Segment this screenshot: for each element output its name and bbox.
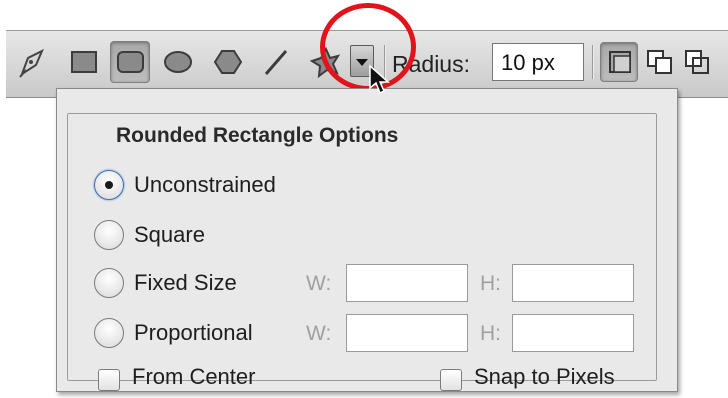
ellipse-icon — [164, 51, 192, 73]
radio-label: Square — [134, 222, 205, 247]
snap-to-pixels-checkbox[interactable] — [440, 369, 462, 391]
new-layer-mode-button[interactable] — [600, 42, 638, 82]
radio-button[interactable] — [94, 220, 124, 250]
fixed-width-label: W: — [306, 272, 332, 295]
radio-square[interactable]: Square — [94, 220, 394, 254]
mouse-cursor-icon — [369, 64, 390, 95]
from-center-label: From Center — [132, 364, 256, 389]
ellipse-tool-button[interactable] — [158, 41, 198, 83]
rectangle-tool-button[interactable] — [64, 41, 104, 83]
rounded-rectangle-tool-button[interactable] — [110, 41, 150, 83]
rounded-rectangle-options-panel: Rounded Rectangle Options Unconstrained … — [56, 88, 678, 392]
subtract-shape-button[interactable] — [680, 41, 716, 83]
polygon-icon — [213, 50, 243, 74]
pen-icon — [19, 48, 44, 78]
pen-tool-button[interactable] — [12, 41, 52, 83]
radio-unconstrained[interactable]: Unconstrained — [94, 170, 394, 204]
subtract-shape-icon — [685, 50, 709, 74]
proportional-height-input[interactable] — [512, 314, 634, 352]
radio-proportional[interactable]: Proportional — [94, 318, 304, 352]
proportional-width-input[interactable] — [346, 314, 468, 352]
polygon-tool-button[interactable] — [208, 41, 248, 83]
radio-label: Fixed Size — [134, 270, 237, 295]
line-icon — [264, 50, 288, 75]
fixed-width-input[interactable] — [346, 264, 468, 302]
add-to-shape-button[interactable] — [642, 41, 678, 83]
radio-label: Proportional — [134, 320, 253, 345]
rectangle-icon — [71, 51, 97, 73]
new-layer-icon — [609, 51, 631, 73]
radio-button[interactable] — [94, 268, 124, 298]
radio-label: Unconstrained — [134, 172, 276, 197]
snap-to-pixels-label: Snap to Pixels — [474, 364, 615, 389]
radio-fixed-size[interactable]: Fixed Size — [94, 268, 304, 302]
radius-input[interactable]: 10 px — [492, 43, 584, 81]
options-group: Rounded Rectangle Options Unconstrained … — [67, 113, 657, 391]
radio-button[interactable] — [94, 318, 124, 348]
options-title: Rounded Rectangle Options — [108, 124, 407, 148]
line-tool-button[interactable] — [256, 41, 296, 83]
fixed-height-label: H: — [480, 272, 501, 295]
proportional-height-label: H: — [480, 322, 501, 345]
radio-button-checked[interactable] — [94, 170, 124, 200]
fixed-height-input[interactable] — [512, 264, 634, 302]
add-to-shape-icon — [647, 50, 672, 74]
proportional-width-label: W: — [306, 322, 332, 345]
toolbar-separator — [592, 45, 593, 79]
rounded-rectangle-icon — [117, 51, 144, 73]
from-center-checkbox[interactable] — [98, 369, 120, 391]
